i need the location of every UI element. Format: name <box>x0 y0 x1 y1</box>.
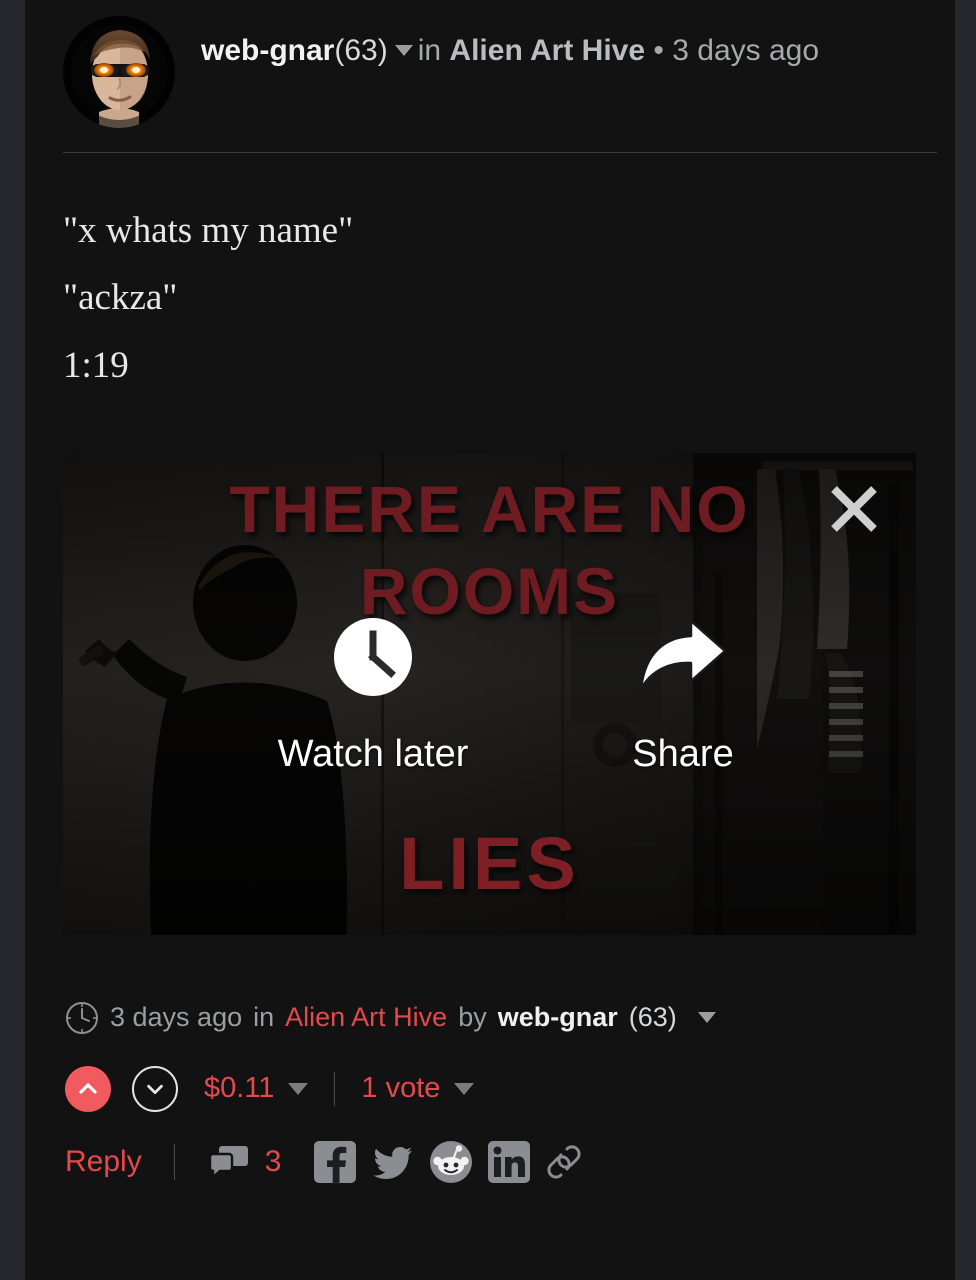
post-header: web-gnar(63) in Alien Art Hive • 3 days a… <box>25 0 955 152</box>
reddit-icon[interactable] <box>429 1140 473 1184</box>
author-name[interactable]: web-gnar <box>201 34 334 67</box>
post-timestamp: 3 days ago <box>672 34 820 67</box>
bullet-separator: • <box>653 34 664 67</box>
share-label: Share <box>632 732 734 775</box>
body-line-1: "x whats my name" <box>63 210 354 251</box>
watch-later-label: Watch later <box>277 732 469 775</box>
meta-in-word: in <box>253 1002 275 1033</box>
share-button[interactable]: Share <box>583 611 783 776</box>
linkedin-icon[interactable] <box>487 1140 531 1184</box>
community-name[interactable]: Alien Art Hive <box>449 34 645 67</box>
upvote-button[interactable] <box>65 1065 111 1112</box>
in-word: in <box>417 34 442 67</box>
reply-button[interactable]: Reply <box>65 1145 142 1179</box>
vote-row-divider <box>334 1071 336 1106</box>
meta-author[interactable]: web-gnar <box>498 1002 618 1033</box>
payout-dropdown-icon[interactable] <box>288 1082 309 1095</box>
chevron-down-icon[interactable] <box>394 45 413 56</box>
comment-count: 3 <box>264 1144 282 1178</box>
author-reputation: (63) <box>334 34 388 67</box>
votes-count[interactable]: 1 vote <box>361 1072 440 1105</box>
votes-dropdown-icon[interactable] <box>454 1082 475 1095</box>
body-line-3: 1:19 <box>63 344 129 386</box>
close-icon[interactable] <box>824 479 884 539</box>
downvote-button[interactable] <box>132 1065 178 1112</box>
post-body: "x whats my name" "ackza" 1:19 <box>25 153 955 399</box>
payout-amount[interactable]: $0.11 <box>204 1072 274 1105</box>
vote-row: $0.11 1 vote <box>25 1035 955 1112</box>
post-header-text: web-gnar(63) in Alien Art Hive • 3 days a… <box>201 14 819 74</box>
twitter-icon[interactable] <box>371 1140 415 1184</box>
facebook-icon[interactable] <box>313 1140 357 1184</box>
clock-icon <box>65 1001 99 1035</box>
share-arrow-icon <box>637 611 729 703</box>
watch-later-button[interactable]: Watch later <box>253 611 493 776</box>
page-background: web-gnar(63) in Alien Art Hive • 3 days a… <box>0 0 976 1280</box>
post-meta: 3 days ago in Alien Art Hive by web-gnar… <box>25 935 955 1035</box>
action-row-divider <box>173 1143 175 1180</box>
social-share-list <box>313 1140 583 1184</box>
video-embed[interactable]: THERE ARE NO ROOMS LIES Watch later Shar… <box>63 452 916 935</box>
action-row: Reply 3 <box>25 1112 955 1184</box>
meta-community-link[interactable]: Alien Art Hive <box>285 1002 447 1033</box>
meta-by-word: by <box>458 1002 487 1033</box>
post-card: web-gnar(63) in Alien Art Hive • 3 days a… <box>25 0 955 1280</box>
comments-button[interactable]: 3 <box>208 1144 282 1180</box>
chevron-down-icon[interactable] <box>697 1012 716 1024</box>
meta-timestamp: 3 days ago <box>110 1002 243 1033</box>
comment-bubbles-icon <box>208 1144 249 1180</box>
link-icon[interactable] <box>545 1142 583 1182</box>
avatar[interactable] <box>63 16 175 128</box>
meta-reputation: (63) <box>628 1002 677 1033</box>
clock-icon <box>333 611 413 703</box>
body-line-2: "ackza" <box>63 277 178 319</box>
